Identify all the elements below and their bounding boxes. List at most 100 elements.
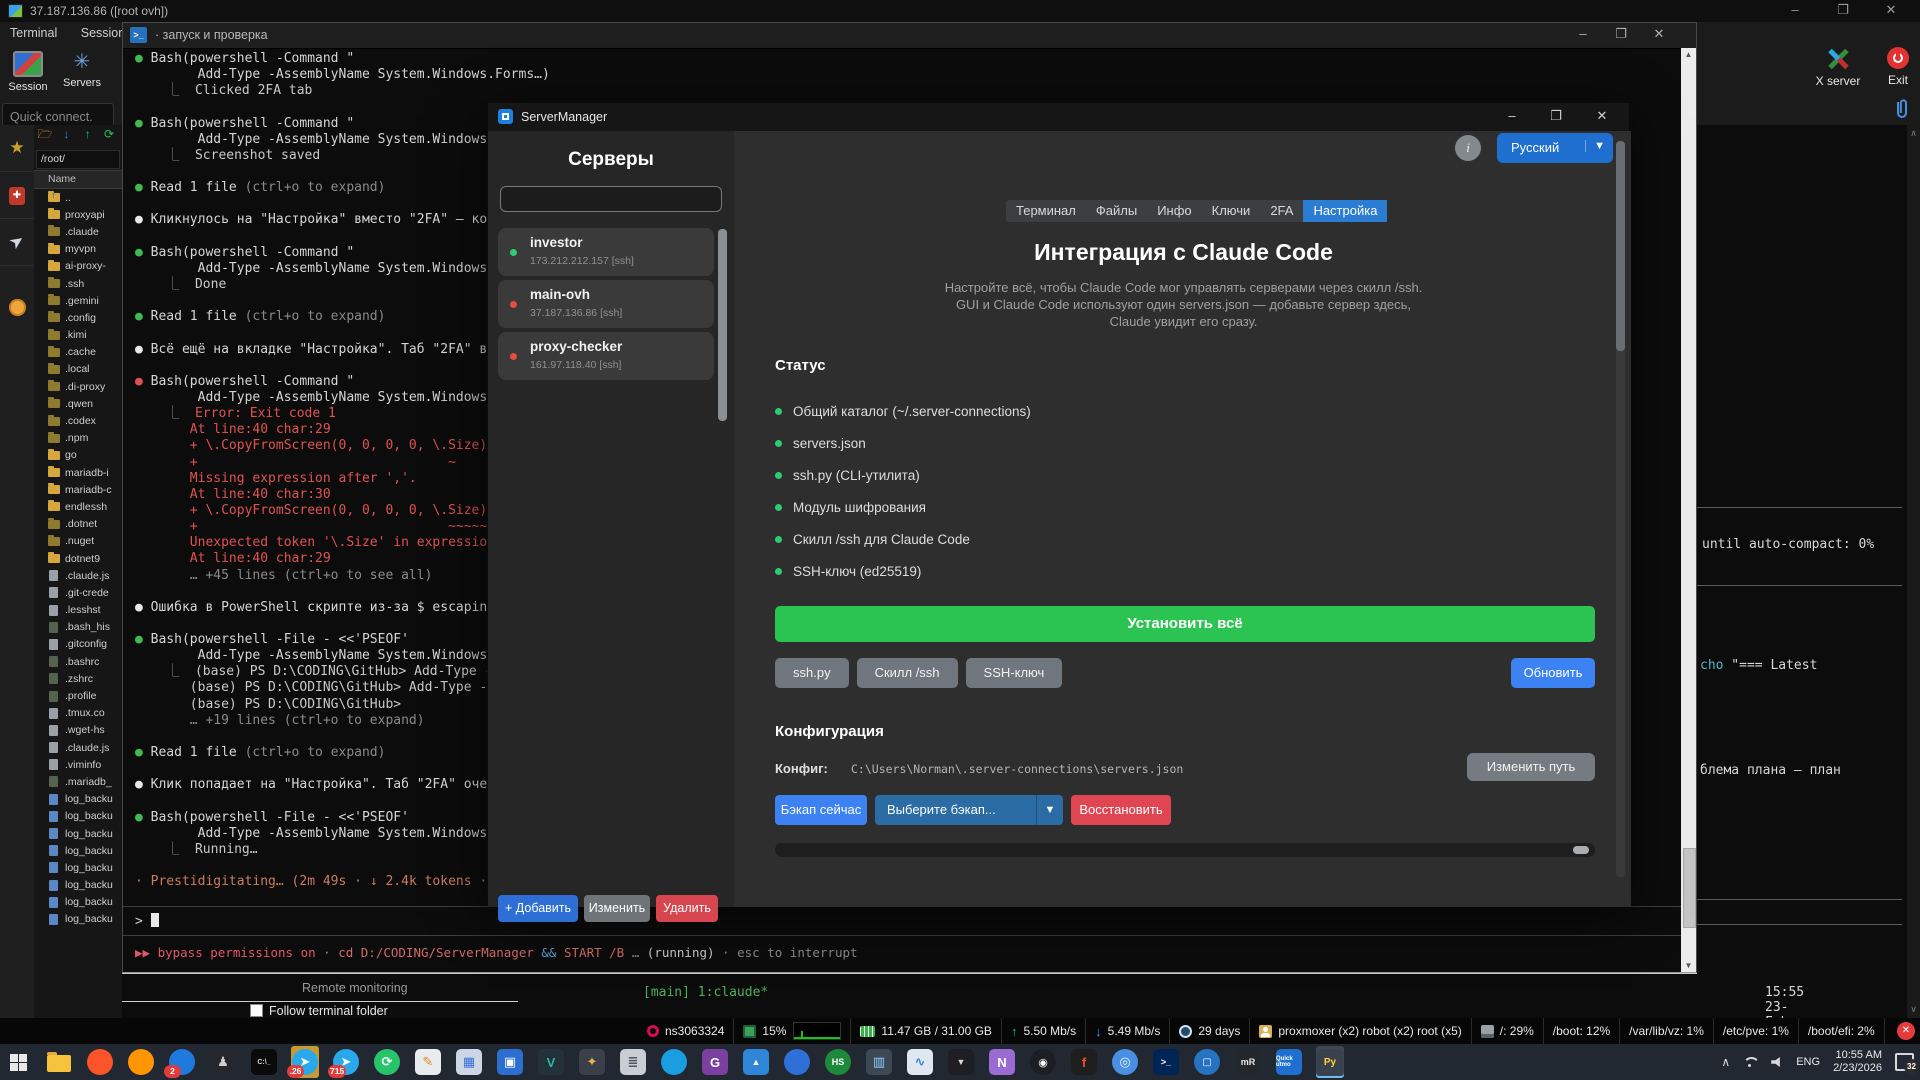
taskbar-item-chromium[interactable]: ◎	[1111, 1046, 1139, 1078]
file-row[interactable]: .npm	[34, 430, 122, 447]
taskbar-item-file-explorer[interactable]	[45, 1046, 73, 1078]
taskbar-item-game[interactable]: ♟	[209, 1046, 237, 1078]
file-row[interactable]: .claude	[34, 223, 122, 240]
send-plane-icon[interactable]: ➤	[0, 219, 34, 266]
folder-up-icon[interactable]: 🗁	[36, 125, 54, 146]
taskbar-item-veracrypt[interactable]: V	[537, 1046, 565, 1078]
scrollbar-thumb[interactable]	[1573, 846, 1589, 854]
taskbar-item-telegram-2[interactable]: ➤715	[332, 1046, 360, 1078]
tab-инфо[interactable]: Инфо	[1147, 200, 1201, 222]
file-row[interactable]: ..	[34, 189, 122, 206]
taskbar-item-funnel-app[interactable]: ▼	[947, 1046, 975, 1078]
tools-knife-icon[interactable]: ✚	[0, 172, 34, 219]
x-server-button[interactable]: X server	[1806, 47, 1870, 88]
refresh-button[interactable]: Обновить	[1511, 658, 1595, 688]
sm-close-button[interactable]: ✕	[1587, 108, 1617, 124]
language-indicator[interactable]: ENG	[1796, 1056, 1820, 1068]
bg-terminal-scrollbar[interactable]: ∧ ∨	[1907, 125, 1920, 1018]
file-row[interactable]: .claude.js	[34, 567, 122, 584]
follow-terminal-folder-checkbox[interactable]: Follow terminal folder	[250, 1004, 388, 1018]
taskbar-item-brave[interactable]	[86, 1046, 114, 1078]
remote-monitoring-label[interactable]: Remote monitoring	[302, 981, 408, 995]
file-row[interactable]: .zshrc	[34, 670, 122, 687]
language-dropdown[interactable]: Русский▼	[1497, 133, 1613, 163]
taskbar-item-powershell[interactable]: >_	[1152, 1046, 1180, 1078]
statusbar-close-icon[interactable]: ✕	[1897, 1022, 1915, 1040]
notifications-icon[interactable]: 32	[1895, 1053, 1914, 1071]
minimize-button[interactable]: –	[1780, 2, 1810, 17]
terminal-close-button[interactable]: ✕	[1644, 26, 1674, 42]
server-card[interactable]: proxy-checker161.97.118.40 [ssh]	[498, 332, 714, 380]
file-row[interactable]: ai-proxy-	[34, 258, 122, 275]
taskbar-item-start[interactable]	[4, 1046, 32, 1078]
taskbar-item-github[interactable]: ◉	[1029, 1046, 1057, 1078]
tab-ключи[interactable]: Ключи	[1202, 200, 1261, 222]
file-row[interactable]: log_backu	[34, 808, 122, 825]
file-row[interactable]: .profile	[34, 687, 122, 704]
maximize-button[interactable]: ❐	[1828, 2, 1858, 18]
taskbar-item-messenger[interactable]: 2	[168, 1046, 196, 1078]
sm-maximize-button[interactable]: ❐	[1541, 108, 1571, 124]
backup-select[interactable]: Выберите бэкап...▼	[875, 795, 1063, 825]
terminal-titlebar[interactable]: >_ · запуск и проверка – ❐ ✕	[123, 23, 1696, 49]
terminal-minimize-button[interactable]: –	[1568, 26, 1598, 41]
file-row[interactable]: .codex	[34, 412, 122, 429]
taskbar-item-notes[interactable]: ✎	[414, 1046, 442, 1078]
file-row[interactable]: .wget-hs	[34, 722, 122, 739]
taskbar-item-figma[interactable]: f	[1070, 1046, 1098, 1078]
tab-терминал[interactable]: Терминал	[1006, 200, 1086, 222]
taskbar-item-blue-app[interactable]: ▣	[496, 1046, 524, 1078]
taskbar-item-sync[interactable]: ⟳	[373, 1046, 401, 1078]
servers-button[interactable]: ✳ Servers	[56, 49, 108, 89]
name-column-header[interactable]: Name	[34, 170, 122, 189]
file-row[interactable]: mariadb-c	[34, 481, 122, 498]
file-row[interactable]: .local	[34, 361, 122, 378]
file-row[interactable]: log_backu	[34, 825, 122, 842]
taskbar-item-monitor-app[interactable]: ▢	[1193, 1046, 1221, 1078]
taskbar-item-g-app[interactable]: G	[701, 1046, 729, 1078]
file-row[interactable]: .tmux.co	[34, 705, 122, 722]
file-row[interactable]: .gitconfig	[34, 636, 122, 653]
taskbar-item-telegram-1[interactable]: ➤.26	[291, 1046, 319, 1078]
file-row[interactable]: log_backu	[34, 859, 122, 876]
session-button[interactable]: Session	[2, 49, 54, 93]
restore-button[interactable]: Восстановить	[1071, 795, 1171, 825]
tab-настройка[interactable]: Настройка	[1303, 200, 1387, 222]
file-row[interactable]: .qwen	[34, 395, 122, 412]
scroll-up-arrow[interactable]: ▲	[1681, 50, 1696, 59]
edit-server-button[interactable]: Изменить	[584, 895, 650, 922]
terminal-maximize-button[interactable]: ❐	[1606, 26, 1636, 42]
taskbar-item-hs-app[interactable]: HS	[824, 1046, 852, 1078]
paperclip-icon[interactable]	[1893, 97, 1913, 121]
path-input[interactable]: /root/	[36, 150, 120, 169]
terminal-prompt[interactable]: >	[135, 913, 159, 929]
server-list-scrollbar[interactable]	[718, 229, 727, 421]
scroll-down-arrow[interactable]: ▼	[1681, 961, 1696, 970]
menu-terminal[interactable]: Terminal	[0, 22, 67, 44]
scrollbar-thumb[interactable]	[1683, 848, 1696, 928]
upload-icon[interactable]: ↑	[79, 127, 97, 141]
file-row[interactable]: .bashrc	[34, 653, 122, 670]
component-chip[interactable]: ssh.py	[775, 658, 849, 688]
tray-chevron-icon[interactable]: ∧	[1721, 1055, 1730, 1069]
change-path-button[interactable]: Изменить путь	[1467, 753, 1595, 781]
tab-2fa[interactable]: 2FA	[1260, 200, 1303, 222]
taskbar-item-mremoteng[interactable]: mR	[1234, 1046, 1262, 1078]
close-button[interactable]: ✕	[1876, 2, 1906, 18]
sm-minimize-button[interactable]: –	[1497, 108, 1527, 123]
file-row[interactable]: .config	[34, 309, 122, 326]
server-card[interactable]: main-ovh37.187.136.86 [ssh]	[498, 280, 714, 328]
tray-clock[interactable]: 10:55 AM2/23/2026	[1833, 1049, 1882, 1075]
download-icon[interactable]: ↓	[57, 127, 75, 141]
server-card[interactable]: investor173.212.212.157 [ssh]	[498, 228, 714, 276]
component-chip[interactable]: SSH-ключ	[966, 658, 1063, 688]
file-row[interactable]: .dotnet	[34, 516, 122, 533]
taskbar-item-firefox[interactable]	[127, 1046, 155, 1078]
taskbar-item-notepad[interactable]: ≣	[619, 1046, 647, 1078]
backup-now-button[interactable]: Бэкап сейчас	[775, 795, 867, 825]
scrollbar-thumb[interactable]	[1616, 141, 1625, 351]
terminal-scrollbar[interactable]: ▲ ▼	[1681, 48, 1696, 972]
taskbar-item-bird-app[interactable]	[660, 1046, 688, 1078]
file-row[interactable]: .ssh	[34, 275, 122, 292]
info-icon[interactable]: i	[1455, 135, 1481, 161]
